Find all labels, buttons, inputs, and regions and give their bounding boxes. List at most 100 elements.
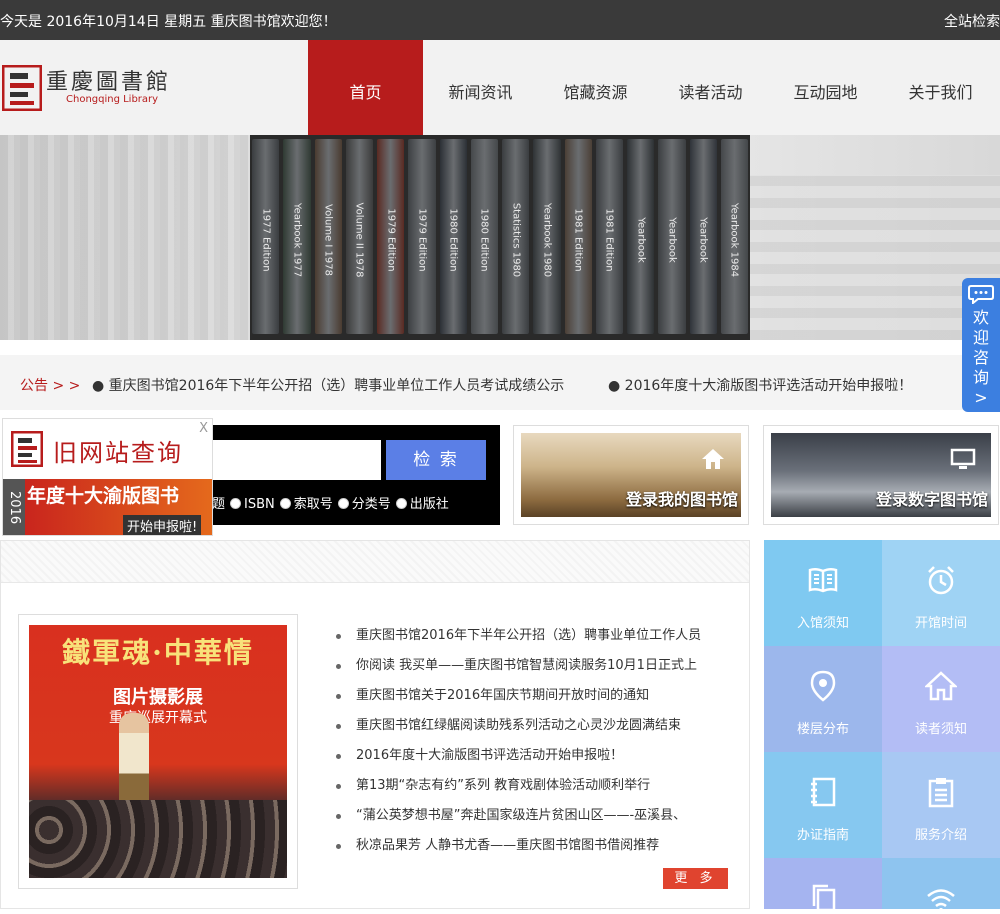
nav-news[interactable]: 新闻资讯 [423,40,538,135]
tile-card-guide[interactable]: 办证指南 [764,752,882,858]
date-greeting: 今天是 2016年10月14日 星期五 重庆图书馆欢迎您！ [0,14,337,30]
tile-reader-notes[interactable]: 读者须知 [882,646,1000,752]
promo-year: 2016 [3,479,25,535]
tile-label: 办证指南 [796,828,849,843]
book-spine: 1979 Edition [408,139,436,334]
tile-label: 楼层分布 [796,722,849,737]
news-item[interactable]: 重庆图书馆2016年下半年公开招（选）聘事业单位工作人员 [334,624,734,654]
top-bar: 今天是 2016年10月14日 星期五 重庆图书馆欢迎您！ 全站检索 [0,0,1000,40]
old-site-title: 旧网站查询 [53,439,183,467]
more-news-button[interactable]: 更 多 [663,868,728,889]
promo-title: 年度十大渝版图书 [27,485,180,507]
tile-label: 服务介绍 [914,828,967,843]
poster-title: 鐵軍魂·中華情 [62,636,254,669]
book-spine: Yearbook [689,139,717,334]
poster-subtitle: 图片摄影展 [113,687,203,708]
library-logo-icon [2,65,42,111]
home-icon [702,449,724,469]
location-pin-icon [810,670,836,702]
news-photo[interactable]: 鐵軍魂·中華情 图片摄影展 重庆巡展开幕式 [18,614,298,889]
book-spine: Yearbook 1980 [533,139,561,334]
alarm-clock-icon [928,566,954,595]
tile-copy-service[interactable] [764,858,882,912]
search-option-title[interactable]: 题 [212,497,225,512]
site-search-link[interactable]: 全站检索 [944,11,1000,31]
chat-bubble-icon [968,285,994,304]
nav-reader-activities[interactable]: 读者活动 [653,40,768,135]
book-spine: Volume I 1978 [314,139,342,334]
news-item[interactable]: 你阅读 我买单——重庆图书馆智慧阅读服务10月1日正式上 [334,654,734,684]
news-item[interactable]: 秋凉品果芳 人静书尤香——重庆图书馆图书借阅推荐 [334,834,734,864]
old-site-popup[interactable]: X 旧网站查询 2016 年度十大渝版图书 开始申报啦! [2,418,213,536]
news-panel: 鐵軍魂·中華情 图片摄影展 重庆巡展开幕式 重庆图书馆2016年下半年公开招（选… [0,540,750,909]
book-spine: 1980 Edition [470,139,498,334]
audience-crowd [29,800,287,878]
hero-banner[interactable]: 1977 Edition Yearbook 1977 Volume I 1978 Vo… [0,135,1000,340]
tile-services[interactable]: 服务介绍 [882,752,1000,858]
notice-item[interactable]: ● 2016年度十大渝版图书评选活动开始申报啦！ [608,375,912,395]
book-spine: 1981 Edition [564,139,592,334]
book-spine: Volume II 1978 [345,139,373,334]
nav-interactive[interactable]: 互动园地 [768,40,883,135]
radio-isbn[interactable] [230,498,242,509]
document-list-icon [928,778,954,808]
library-logo-icon [11,431,43,467]
notice-bar: 公告 > > ● 重庆图书馆2016年下半年公开招（选）聘事业单位工作人员考试成… [0,355,1000,410]
book-spine: 1979 Edition [377,139,405,334]
radio-publisher[interactable] [395,498,407,509]
tile-opening-hours[interactable]: 开馆时间 [882,540,1000,646]
tile-wifi[interactable] [882,858,1000,912]
book-spine: Yearbook 1984 [720,139,748,334]
news-item[interactable]: 2016年度十大渝版图书评选活动开始申报啦！ [334,744,734,774]
notebook-icon [811,777,836,807]
nav-home[interactable]: 首页 [308,40,423,135]
news-item[interactable]: “蒲公英梦想书屋”奔赴国家级连片贫困山区——-巫溪县、 [334,804,734,834]
tile-admission-notes[interactable]: 入馆须知 [764,540,882,646]
book-spine: Yearbook 1977 [283,139,311,334]
exhibition-poster: 鐵軍魂·中華情 图片摄影展 重庆巡展开幕式 [29,625,287,878]
radio-classification[interactable] [337,498,349,509]
news-item[interactable]: 重庆图书馆红绿艍阅读助残系列活动之心灵沙龙圆满结束 [334,714,734,744]
book-spine: 1981 Edition [595,139,623,334]
monitor-icon [950,448,976,469]
digital-library-label: 登录数字图书馆 [875,490,988,509]
house-icon [925,671,957,701]
notice-label: 公告 > > [20,378,81,394]
book-icon [808,567,838,593]
my-library-login-card[interactable]: 登录我的图书馆 [513,425,749,525]
tile-label: 开馆时间 [914,616,967,631]
my-library-label: 登录我的图书馆 [625,490,738,509]
book-spine: Yearbook [658,139,686,334]
banner-books-photo: 1977 Edition Yearbook 1977 Volume I 1978 Vo… [250,135,750,340]
book-spine: Yearbook [627,139,655,334]
book-spine: 1980 Edition [439,139,467,334]
online-consult-button[interactable]: 欢 迎 咨 询 > [962,278,1000,412]
radio-call-number[interactable] [279,498,291,509]
search-field-options: 题 ISBN 索取号 分类号 出版社 [212,497,449,512]
news-panel-header [1,541,749,583]
library-logo[interactable]: 重慶圖書館 Chongqing Library [0,60,180,115]
search-button[interactable]: 检 索 [386,440,486,480]
consult-text: 欢 迎 咨 询 > [972,308,989,407]
book-spine: 1977 Edition [252,139,280,334]
promo-subtitle: 开始申报啦! [123,515,202,535]
banner-bookshelf-left [0,135,250,340]
wifi-icon [927,889,955,912]
tile-label: 读者须知 [914,722,967,737]
news-item[interactable]: 重庆图书馆关于2016年国庆节期间开放时间的通知 [334,684,734,714]
catalog-search-input[interactable] [212,440,381,480]
header: 重慶圖書館 Chongqing Library 首页 新闻资讯 馆藏资源 读者活… [0,40,1000,135]
library-name-cn: 重慶圖書館 [46,70,172,95]
close-icon[interactable]: X [199,421,208,436]
digital-library-login-card[interactable]: 登录数字图书馆 [763,425,999,525]
nav-collections[interactable]: 馆藏资源 [538,40,653,135]
notice-item[interactable]: ● 重庆图书馆2016年下半年公开招（选）聘事业单位工作人员考试成绩公示 [92,375,564,395]
nav-about[interactable]: 关于我们 [883,40,998,135]
library-name-en: Chongqing Library [66,94,159,105]
ten-books-promo[interactable]: 2016 年度十大渝版图书 开始申报啦! [3,479,212,535]
catalog-search: 检 索 题 ISBN 索取号 分类号 出版社 [212,425,500,525]
book-spine: Statistics 1980 [502,139,530,334]
news-item[interactable]: 第13期“杂志有约”系列 教育戏剧体验活动顺利举行 [334,774,734,804]
tile-floor-guide[interactable]: 楼层分布 [764,646,882,752]
copy-icon [812,884,836,912]
